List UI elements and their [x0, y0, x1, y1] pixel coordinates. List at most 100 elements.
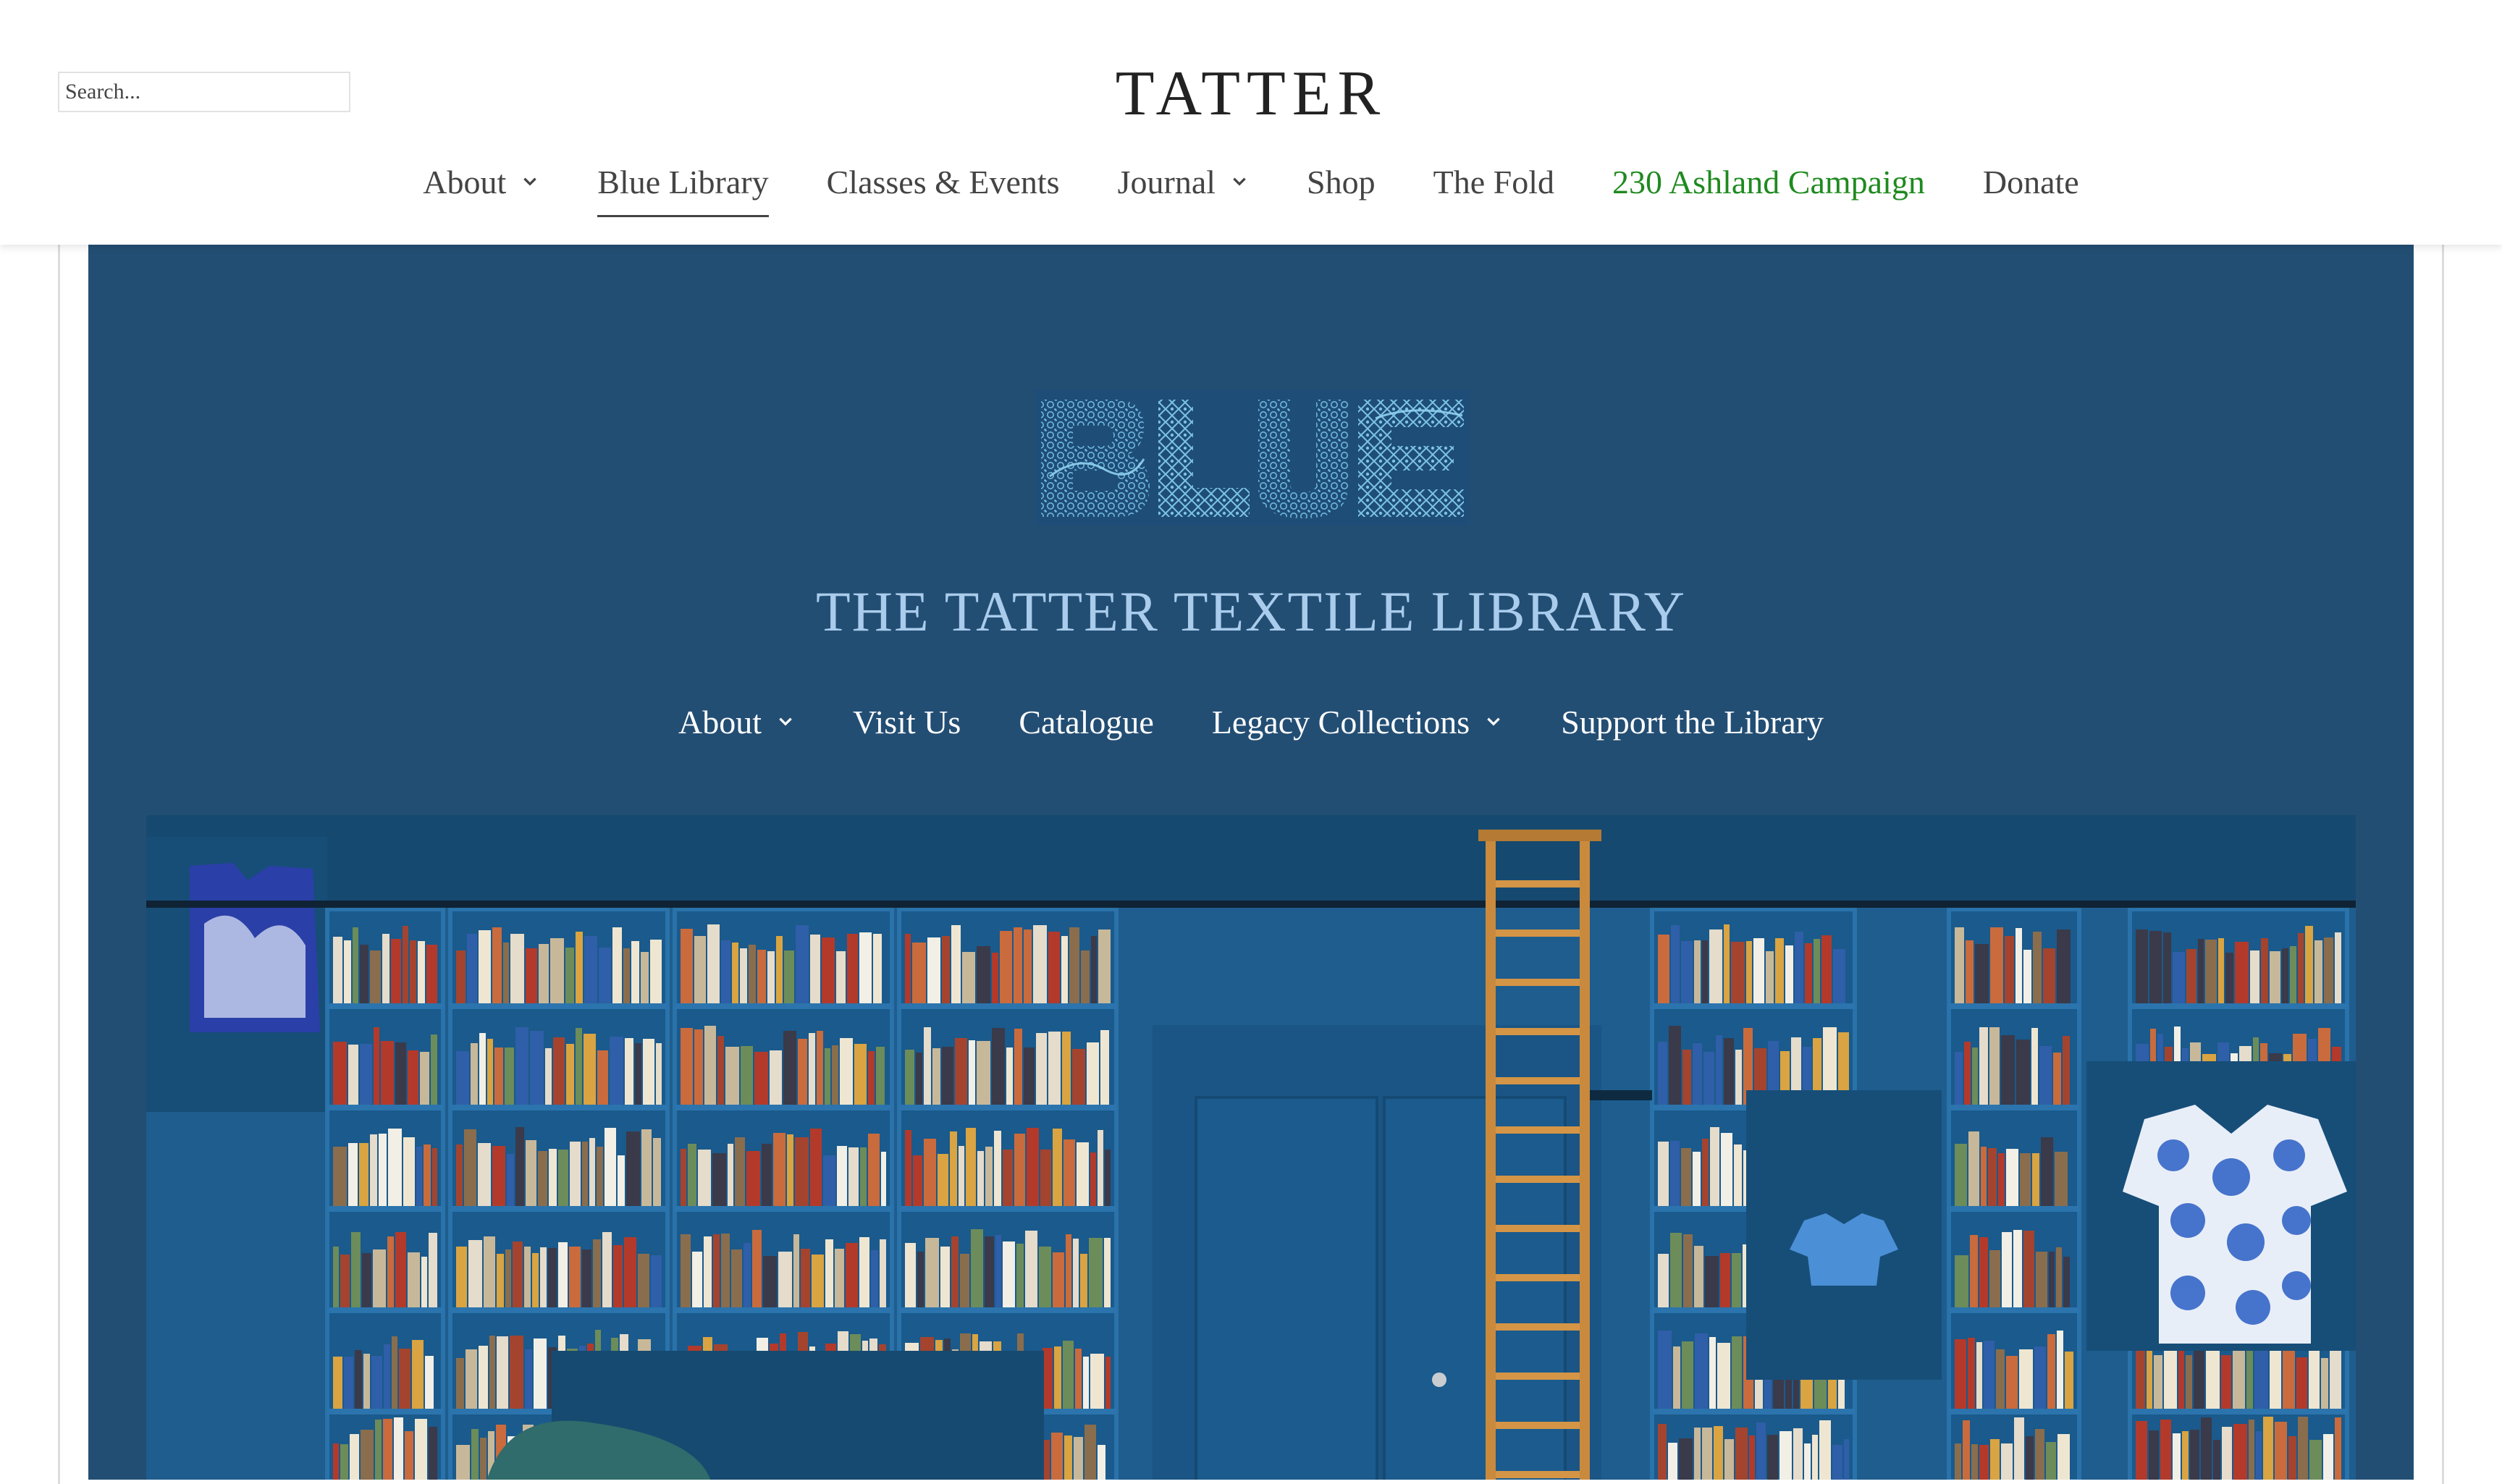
book-spine — [1054, 1346, 1061, 1409]
nav-item-the-fold[interactable]: The Fold — [1433, 163, 1554, 201]
book-spine — [507, 1154, 514, 1206]
book-spine — [2023, 950, 2031, 1003]
book-spine — [854, 1044, 867, 1105]
book-spine — [2190, 1430, 2199, 1480]
book-spine — [1735, 1428, 1748, 1480]
book-spine — [1066, 1234, 1071, 1307]
shelf-board — [675, 1105, 892, 1110]
book-spine — [1025, 1231, 1037, 1307]
book-spine — [416, 1147, 422, 1206]
site-logo[interactable]: TATTER — [0, 62, 2502, 126]
book-spine — [746, 1151, 760, 1206]
book-spine — [977, 1151, 984, 1206]
book-spine — [618, 1155, 625, 1206]
book-spine — [992, 1028, 1005, 1105]
book-spine — [2233, 1424, 2247, 1480]
book-spine — [1075, 1349, 1082, 1409]
book-spine — [1670, 1141, 1680, 1206]
book-spine — [599, 948, 611, 1003]
book-spine — [2213, 1440, 2220, 1480]
book-spine — [1669, 1026, 1681, 1105]
book-spine — [379, 1134, 387, 1206]
book-spine — [832, 1045, 838, 1105]
book-spine — [333, 1247, 339, 1307]
book-spine — [403, 926, 408, 1003]
book-spine — [394, 1417, 403, 1480]
book-spine — [1805, 943, 1812, 1003]
shelf-board — [450, 1003, 667, 1009]
book-spine — [809, 1033, 815, 1105]
book-spine — [1753, 938, 1764, 1003]
book-spine — [589, 1138, 595, 1206]
library-nav-about[interactable]: About — [678, 703, 795, 741]
book-spine — [424, 1144, 431, 1206]
book-spine — [2034, 1346, 2046, 1409]
book-spine — [1016, 1244, 1024, 1307]
book-spine — [744, 1243, 751, 1307]
ladder-rung — [1496, 1373, 1580, 1380]
nav-item-blue-library[interactable]: Blue Library — [597, 163, 769, 217]
book-spine — [2298, 1417, 2308, 1480]
book-spine — [812, 1255, 824, 1307]
shelf-board — [675, 1307, 892, 1313]
book-spine — [2063, 1036, 2070, 1105]
book-spine — [395, 1232, 406, 1307]
book-spine — [1984, 1341, 1995, 1409]
book-spine — [1100, 1030, 1109, 1105]
book-spine — [653, 1138, 661, 1206]
library-nav-support-the-library[interactable]: Support the Library — [1561, 703, 1824, 741]
book-spine — [333, 937, 342, 1003]
book-spine — [1988, 1148, 1997, 1206]
book-spine — [2309, 1440, 2322, 1480]
book-spine — [681, 929, 693, 1003]
book-spine — [1682, 1050, 1691, 1105]
shelf-board — [1949, 1206, 2079, 1212]
book-spine — [905, 1243, 916, 1307]
book-spine — [2016, 1040, 2030, 1105]
book-spine — [2298, 933, 2304, 1003]
book-spine — [2270, 951, 2280, 1003]
nav-item-donate[interactable]: Donate — [1983, 163, 2079, 201]
book-spine — [971, 1229, 983, 1307]
shelf-board — [450, 1105, 667, 1110]
book-spine — [810, 935, 820, 1003]
library-nav-legacy-collections[interactable]: Legacy Collections — [1212, 703, 1503, 741]
book-spine — [2013, 1230, 2022, 1307]
book-spine — [2198, 939, 2204, 1003]
chevron-down-icon — [523, 177, 537, 186]
nav-item-shop[interactable]: Shop — [1307, 163, 1376, 201]
book-spine — [494, 1047, 503, 1105]
book-spine — [2002, 1232, 2012, 1307]
book-spine — [525, 1349, 532, 1409]
book-spine — [752, 1230, 762, 1307]
blue-lace-logo[interactable] — [1035, 389, 1470, 526]
book-spine — [1724, 1038, 1734, 1105]
book-spine — [1694, 940, 1701, 1003]
book-spine — [2282, 948, 2288, 1003]
book-spine — [728, 1144, 733, 1206]
book-spine — [1006, 1047, 1013, 1105]
book-spine — [1089, 1238, 1103, 1307]
book-spine — [489, 1336, 495, 1409]
book-spine — [456, 1445, 470, 1480]
nav-item-journal[interactable]: Journal — [1118, 163, 1249, 201]
library-nav-catalogue[interactable]: Catalogue — [1019, 703, 1154, 741]
book-spine — [1695, 1333, 1708, 1409]
book-spine — [333, 1147, 347, 1206]
book-spine — [681, 1234, 691, 1307]
shelf-board — [1652, 1003, 1855, 1009]
nav-item-about[interactable]: About — [423, 163, 539, 201]
book-spine — [942, 1047, 953, 1105]
book-spine — [795, 1137, 809, 1206]
book-spine — [408, 1252, 420, 1307]
nav-item-classes-events[interactable]: Classes & Events — [827, 163, 1060, 201]
nav-item-230-ashland-campaign[interactable]: 230 Ashland Campaign — [1612, 163, 1925, 201]
book-spine — [1844, 1439, 1849, 1480]
book-spine — [905, 1050, 914, 1105]
book-spine — [1080, 1254, 1087, 1307]
library-nav-visit-us[interactable]: Visit Us — [853, 703, 961, 741]
book-spine — [835, 1249, 844, 1307]
book-spine — [1027, 1128, 1039, 1206]
shelf-board — [327, 1409, 443, 1415]
book-spine — [1063, 1139, 1075, 1206]
